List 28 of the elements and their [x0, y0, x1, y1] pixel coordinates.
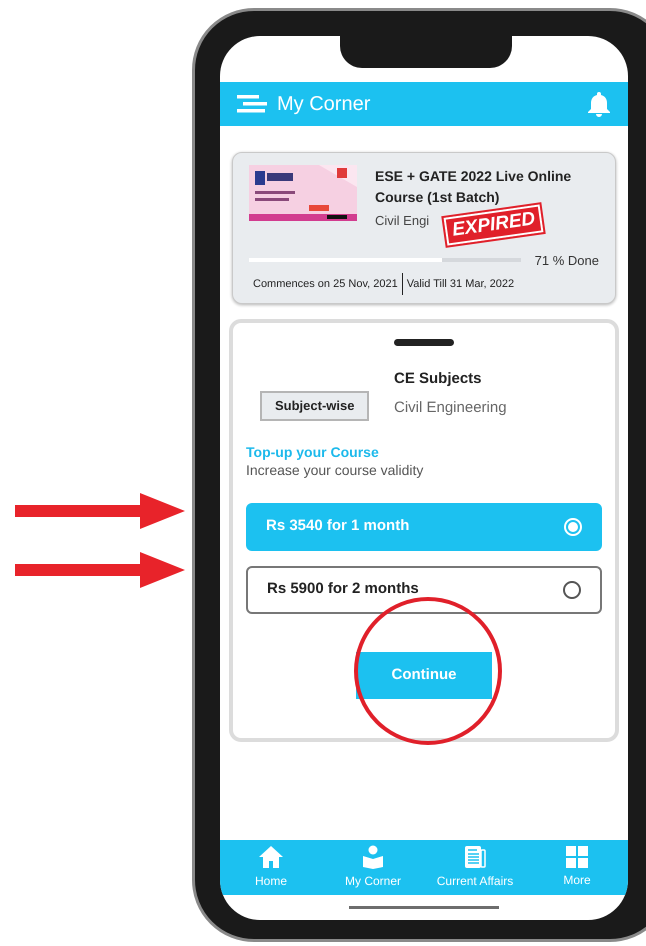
home-icon — [258, 845, 284, 869]
start-date: Commences on 25 Nov, 2021 — [252, 276, 399, 292]
radio-button[interactable] — [563, 580, 581, 598]
subject-name: CE Subjects — [394, 369, 483, 389]
course-title: ESE + GATE 2022 Live Online Course (1st Batch) — [375, 167, 572, 207]
valid-date: Valid Till 31 Mar, 2022 — [406, 276, 514, 292]
nav-tab[interactable]: Current Affairs — [424, 840, 526, 895]
category-tag: Subject-wise — [260, 391, 370, 420]
price-option[interactable]: Rs 5900 for 2 months — [246, 566, 602, 614]
reader-icon — [362, 845, 384, 869]
topup-subtitle: Increase your course validity — [246, 460, 424, 478]
bell-icon[interactable] — [587, 91, 611, 117]
expired-stamp: EXPIRED — [444, 204, 544, 246]
grid-icon — [566, 846, 588, 868]
course-subject: Civil Engi — [375, 212, 430, 230]
nav-tab[interactable]: Home — [220, 840, 322, 895]
topup-title: Top-up your Course — [246, 442, 380, 460]
price-option[interactable]: Rs 3540 for 1 month — [246, 502, 602, 550]
drag-handle[interactable] — [394, 339, 454, 346]
menu-icon[interactable] — [237, 94, 267, 114]
nav-tab[interactable]: More — [526, 840, 628, 895]
nav-tab[interactable]: My Corner — [322, 840, 424, 895]
course-card[interactable]: ESE + GATE 2022 Live Online Course (1st Batch) Civil Engi EXPIRED 71 % Done Commences on 25 Nov, 2021 Valid Till 31 Mar, 2022 — [232, 152, 616, 304]
continue-button[interactable]: Continue — [356, 652, 492, 698]
page-title: My Corner — [277, 92, 372, 117]
newspaper-icon — [463, 845, 487, 869]
progress-label: 71 % Done — [534, 252, 599, 270]
branch-name: Civil Engineering — [394, 398, 507, 418]
